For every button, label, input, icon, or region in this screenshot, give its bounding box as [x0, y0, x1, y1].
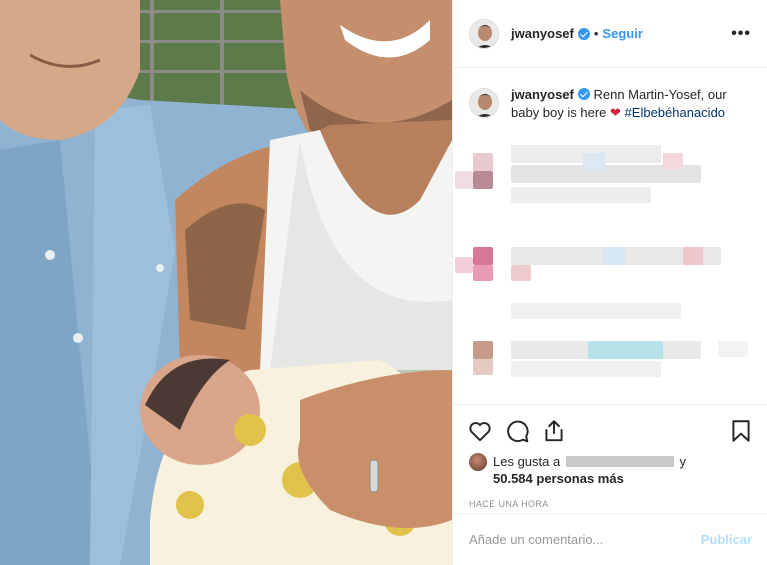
caption-author-avatar[interactable]: [469, 88, 499, 118]
heart-emoji: ❤: [610, 105, 621, 120]
caption-username[interactable]: jwanyosef: [511, 87, 574, 102]
author-avatar[interactable]: [469, 18, 499, 49]
post-side-panel: jwanyosef • Seguir ••• jwanyosef Renn Ma…: [452, 0, 767, 565]
likes-text: Les gusta a y 50.584 personas más: [493, 453, 686, 487]
likes-count[interactable]: 50.584 personas más: [493, 471, 624, 486]
avatar-portrait-icon: [470, 19, 498, 48]
verified-badge-icon: [577, 27, 590, 40]
avatar-portrait-icon: [470, 89, 498, 117]
blurred-comments: [453, 135, 767, 405]
action-icons-row: [467, 417, 754, 445]
likes-conjunction: y: [679, 454, 686, 469]
liker-avatar[interactable]: [469, 453, 487, 471]
redacted-username: [565, 456, 674, 467]
photo-illustration: [0, 0, 452, 565]
author-username[interactable]: jwanyosef: [511, 26, 574, 41]
speech-bubble-icon[interactable]: [504, 418, 530, 444]
post-timestamp[interactable]: HACE UNA HORA: [469, 499, 754, 509]
post-actions: Les gusta a y 50.584 personas más HACE U…: [453, 404, 767, 509]
likes-summary: Les gusta a y 50.584 personas más: [467, 453, 754, 487]
comment-bar: Publicar: [453, 513, 767, 565]
header-separator: •: [593, 26, 599, 41]
post-caption: jwanyosef Renn Martin-Yosef, our baby bo…: [453, 68, 767, 122]
publish-button[interactable]: Publicar: [701, 532, 752, 547]
heart-outline-icon[interactable]: [467, 418, 493, 444]
verified-badge-icon: [577, 88, 590, 100]
bookmark-icon[interactable]: [728, 418, 754, 444]
post-photo[interactable]: [0, 0, 452, 565]
share-arrow-icon[interactable]: [541, 418, 567, 444]
more-options-icon[interactable]: •••: [731, 25, 751, 43]
post-header: jwanyosef • Seguir •••: [453, 0, 767, 68]
caption-hashtag[interactable]: #Elbebéhanacido: [625, 105, 725, 120]
comment-input[interactable]: [469, 532, 689, 547]
caption-text-block: jwanyosef Renn Martin-Yosef, our baby bo…: [511, 86, 751, 122]
likes-prefix: Les gusta a: [493, 454, 561, 469]
follow-button[interactable]: Seguir: [602, 26, 642, 41]
